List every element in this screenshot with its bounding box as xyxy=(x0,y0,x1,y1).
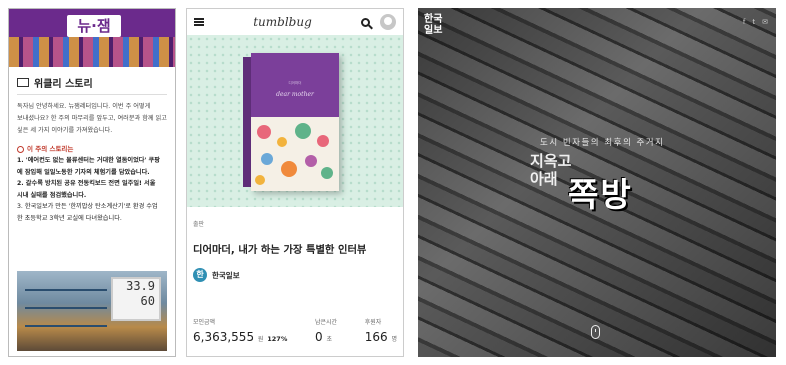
hankook-logo[interactable]: 한국 일보 xyxy=(424,14,442,36)
story-line[interactable]: 시내 실태를 점검했습니다. xyxy=(17,190,167,202)
section-header: 위클리 스토리 xyxy=(9,67,175,94)
stories-heading-label: 이 주의 스토리는 xyxy=(27,145,74,153)
raised-percent: 127% xyxy=(267,335,288,343)
story-line[interactable]: 1. '에어컨도 없는 물류센터는 거대한 열돔이었다' 쿠팡 xyxy=(17,155,167,167)
book-small-text: 디어마더 xyxy=(288,81,302,85)
banner-illustration xyxy=(9,37,175,67)
thermo-temp: 33.9 xyxy=(126,279,155,293)
funding-stats: 모인금액 6,363,555 원 127% 남은시간 0 초 후원자 166 명 xyxy=(193,317,397,344)
time-value: 0 xyxy=(315,330,323,344)
article-title-big: 쪽방 xyxy=(568,175,633,214)
book-title: dear mother xyxy=(276,91,314,98)
article-subtitle: 도시 빈자들의 최후의 주거지 xyxy=(540,138,665,148)
project-image: 디어마더 dear mother xyxy=(187,35,403,207)
backers-unit: 명 xyxy=(391,336,397,343)
book-cover: 디어마더 dear mother xyxy=(243,53,339,191)
backers-stat: 후원자 166 명 xyxy=(365,317,397,344)
category-label[interactable]: 출판 xyxy=(187,207,403,228)
scroll-down-icon[interactable] xyxy=(591,325,600,339)
creator-logo-icon: 한 xyxy=(193,268,207,282)
story-line[interactable]: 한 초등학교 3학년 교실에 다녀왔습니다. xyxy=(17,213,167,225)
intro-line: 싶은 세 가지 이야기를 가져왔습니다. xyxy=(17,127,113,134)
logo-line: 한국 xyxy=(424,14,443,25)
section-title: 위클리 스토리 xyxy=(34,79,93,90)
intro-text: 독자님 안녕하세요. 뉴잼레터입니다. 이번 주 어떻게 보내셨나요? 한 주의… xyxy=(9,95,175,224)
time-stat: 남은시간 0 초 xyxy=(315,317,337,344)
story-line[interactable]: 에 잠입해 일일노동한 기자의 체험기를 담았습니다. xyxy=(17,167,167,179)
intro-line: 보내셨나요? 한 주의 마무리를 앞두고, 여러분과 함께 읽고 xyxy=(17,115,167,122)
thermo-humidity: 60 xyxy=(140,294,155,308)
thermometer-display: 33.9 60 xyxy=(111,277,161,321)
newsletter-banner: 뉴·잼 xyxy=(9,9,175,67)
social-links: f t ✉ xyxy=(743,18,768,26)
avatar[interactable] xyxy=(379,14,396,30)
story-line[interactable]: 2. 갈수록 방치된 공유 전동킥보드 전면 일주일! 서울 xyxy=(17,178,167,190)
twitter-icon[interactable]: t xyxy=(752,18,755,26)
time-unit: 초 xyxy=(326,336,332,343)
backers-label: 후원자 xyxy=(364,319,382,326)
story-line[interactable]: 3. 한국일보가 만든 '한끼밥상 탄소계산기'로 환경 수업 xyxy=(17,201,167,213)
raised-stat: 모인금액 6,363,555 원 127% xyxy=(193,317,287,344)
newsletter-panel: 뉴·잼 위클리 스토리 독자님 안녕하세요. 뉴잼레터입니다. 이번 주 어떻게… xyxy=(8,8,176,357)
raised-label: 모인금액 xyxy=(193,319,216,326)
facebook-icon[interactable]: f xyxy=(743,18,745,26)
title-line: 지옥고 xyxy=(530,152,572,170)
raised-value: 6,363,555 xyxy=(193,330,255,344)
newsletter-logo: 뉴·잼 xyxy=(67,15,121,37)
story-photo: 33.9 60 xyxy=(17,271,167,351)
title-line: 아래 xyxy=(530,170,558,188)
creator[interactable]: 한 한국일보 xyxy=(187,256,403,282)
menu-icon[interactable] xyxy=(194,18,204,26)
search-icon[interactable] xyxy=(360,17,370,27)
project-title[interactable]: 디어마더, 내가 하는 가장 특별한 인터뷰 xyxy=(187,228,403,256)
brand-logo[interactable]: tumblbug xyxy=(253,15,312,29)
bullet-icon xyxy=(17,145,24,153)
backers-value: 166 xyxy=(364,330,388,344)
tumblbug-panel: tumblbug 디어마더 dear mother 출판 디어마더, 내가 하는… xyxy=(186,8,404,357)
stories-heading: 이 주의 스토리는 xyxy=(17,143,167,155)
top-bar: tumblbug xyxy=(187,9,403,35)
article-title: 지옥고 아래 xyxy=(530,152,571,188)
mail-icon[interactable]: ✉ xyxy=(762,18,768,26)
logo-line: 일보 xyxy=(424,25,443,36)
creator-name: 한국일보 xyxy=(212,270,240,280)
hankook-panel: 한국 일보 f t ✉ 도시 빈자들의 최후의 주거지 지옥고 아래 쪽방 xyxy=(418,8,776,357)
raised-unit: 원 xyxy=(257,336,264,343)
flower-pattern xyxy=(251,117,339,191)
time-label: 남은시간 xyxy=(315,319,338,326)
mail-icon xyxy=(17,78,29,87)
intro-line: 독자님 안녕하세요. 뉴잼레터입니다. 이번 주 어떻게 xyxy=(17,103,151,110)
